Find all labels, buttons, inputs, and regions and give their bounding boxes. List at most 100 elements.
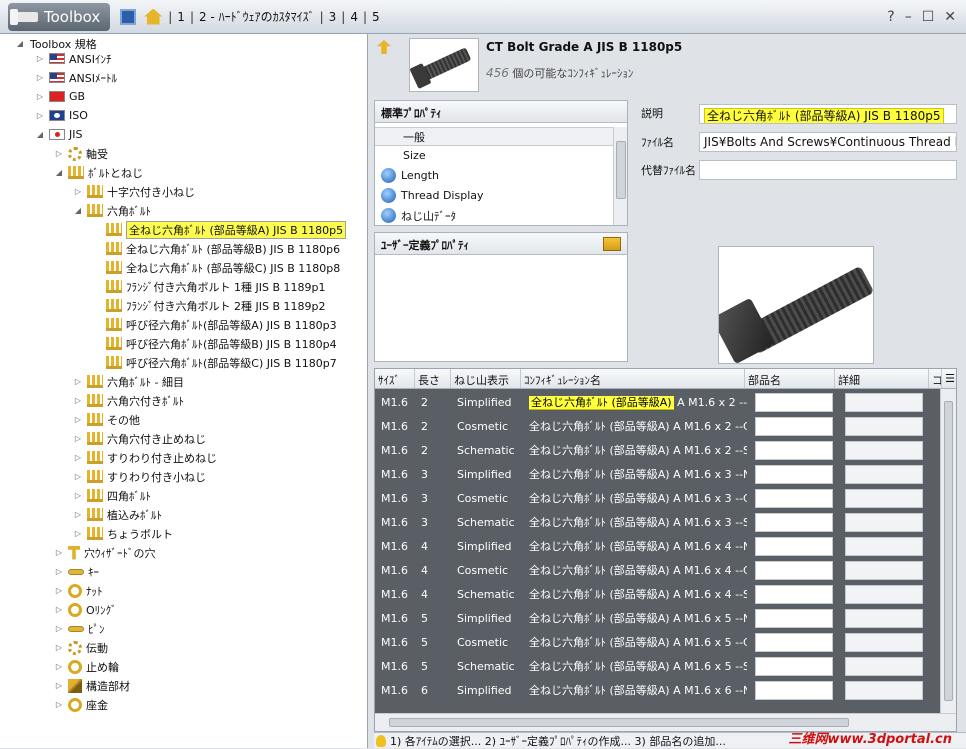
table-row[interactable]: M1.6 5 Cosmetic 全ねじ六角ﾎﾞﾙﾄ (部品等級A) A M1.6 x… bbox=[375, 630, 941, 654]
tab-4[interactable]: 4 bbox=[347, 10, 361, 24]
expand-arrow-icon[interactable]: ▷ bbox=[53, 548, 65, 557]
part-number-cell[interactable] bbox=[755, 464, 833, 484]
description-cell[interactable] bbox=[845, 632, 923, 652]
tree-item-washers[interactable]: ▷ 座金 bbox=[53, 695, 108, 714]
expand-arrow-icon[interactable]: ▷ bbox=[53, 700, 65, 709]
collapse-arrow-icon[interactable]: ◢ bbox=[72, 206, 84, 215]
part-number-cell[interactable] bbox=[755, 608, 833, 628]
table-row[interactable]: M1.6 3 Simplified 全ねじ六角ﾎﾞﾙﾄ (部品等級A) A M1.6… bbox=[375, 462, 941, 486]
description-field[interactable]: 全ねじ六角ﾎﾞﾙﾄ (部品等級A) JIS B 1180p5 bbox=[699, 104, 957, 124]
expand-arrow-icon[interactable]: ▷ bbox=[72, 529, 84, 538]
expand-arrow-icon[interactable]: ▷ bbox=[34, 73, 46, 82]
collapse-arrow-icon[interactable]: ◢ bbox=[53, 168, 65, 177]
expand-arrow-icon[interactable]: ▷ bbox=[53, 586, 65, 595]
tree-item-hex-bolt[interactable]: ﾌﾗﾝｼﾞ付き六角ボルト 1種 JIS B 1189p1 bbox=[103, 277, 325, 296]
tab-5[interactable]: 5 bbox=[369, 10, 383, 24]
table-row[interactable]: M1.6 4 Cosmetic 全ねじ六角ﾎﾞﾙﾄ (部品等級A) A M1.6 x… bbox=[375, 558, 941, 582]
description-cell[interactable] bbox=[845, 656, 923, 676]
part-number-cell[interactable] bbox=[755, 392, 833, 412]
tree-item-structural-members[interactable]: ▷ 構造部材 bbox=[53, 676, 130, 695]
expand-arrow-icon[interactable]: ▷ bbox=[53, 624, 65, 633]
description-cell[interactable] bbox=[845, 560, 923, 580]
part-number-cell[interactable] bbox=[755, 560, 833, 580]
tree-item-hole-wizard[interactable]: ▷ 穴ｳｨｻﾞｰﾄﾞの穴 bbox=[53, 543, 156, 562]
tree-item-pins[interactable]: ▷ ﾋﾟﾝ bbox=[53, 619, 105, 638]
tree-item-bearings[interactable]: ▷ 軸受 bbox=[53, 144, 108, 163]
tree-item-bolt-group[interactable]: ▷ すりわり付き小ねじ bbox=[72, 467, 206, 486]
expand-arrow-icon[interactable]: ▷ bbox=[72, 187, 84, 196]
table-row[interactable]: M1.6 5 Simplified 全ねじ六角ﾎﾞﾙﾄ (部品等級A) A M1.6… bbox=[375, 606, 941, 630]
table-row[interactable]: M1.6 2 Simplified 全ねじ六角ﾎﾞﾙﾄ (部品等級A) A M1.6… bbox=[375, 390, 941, 414]
minimize-button[interactable]: – bbox=[905, 9, 912, 25]
part-number-cell[interactable] bbox=[755, 416, 833, 436]
part-number-cell[interactable] bbox=[755, 584, 833, 604]
expand-arrow-icon[interactable]: ▷ bbox=[34, 111, 46, 120]
part-number-cell[interactable] bbox=[755, 680, 833, 700]
prop-thread-data[interactable]: ねじ山ﾃﾞｰﾀ bbox=[375, 206, 456, 225]
prop-length[interactable]: Length bbox=[375, 166, 439, 185]
tab-2[interactable]: 2 - ﾊｰﾄﾞｳｪｱのｶｽﾀﾏｲｽﾞ bbox=[196, 8, 318, 25]
home-icon[interactable] bbox=[144, 8, 163, 25]
column-thread-display[interactable]: ねじ山表示 bbox=[451, 369, 521, 388]
collapse-arrow-icon[interactable]: ◢ bbox=[14, 39, 26, 48]
tree-item-jis[interactable]: ◢ JIS bbox=[34, 125, 83, 144]
tree-item-ansi-metric[interactable]: ▷ ANSIﾒｰﾄﾙ bbox=[34, 68, 117, 87]
prop-group-general[interactable]: 一般 bbox=[375, 127, 613, 146]
column-size[interactable]: ｻｲｽﾞ bbox=[375, 369, 415, 388]
tab-3[interactable]: 3 bbox=[326, 10, 340, 24]
tree-item-hex-bolts[interactable]: ◢ 六角ﾎﾞﾙﾄ bbox=[72, 201, 151, 220]
description-cell[interactable] bbox=[845, 440, 923, 460]
tree-item-bolt-group[interactable]: ▷ その他 bbox=[72, 410, 140, 429]
part-number-cell[interactable] bbox=[755, 440, 833, 460]
tree-item-bolt-group[interactable]: ▷ 六角穴付きﾎﾞﾙﾄ bbox=[72, 391, 184, 410]
table-row[interactable]: M1.6 2 Cosmetic 全ねじ六角ﾎﾞﾙﾄ (部品等級A) A M1.6 x… bbox=[375, 414, 941, 438]
description-cell[interactable] bbox=[845, 584, 923, 604]
tree-item-bolt-group[interactable]: ▷ 植込みﾎﾞﾙﾄ bbox=[72, 505, 162, 524]
close-button[interactable]: ✕ bbox=[944, 9, 956, 25]
tree-item-hex-bolt[interactable]: 全ねじ六角ﾎﾞﾙﾄ (部品等級B) JIS B 1180p6 bbox=[103, 239, 340, 258]
filename-field[interactable]: JIS¥Bolts And Screws¥Continuous Thread I bbox=[699, 132, 957, 152]
expand-arrow-icon[interactable]: ▷ bbox=[53, 643, 65, 652]
table-row[interactable]: M1.6 5 Schematic 全ねじ六角ﾎﾞﾙﾄ (部品等級A) A M1.6 … bbox=[375, 654, 941, 678]
tree-item-bolt-group[interactable]: ▷ すりわり付き止めねじ bbox=[72, 448, 217, 467]
expand-arrow-icon[interactable]: ▷ bbox=[72, 491, 84, 500]
description-cell[interactable] bbox=[845, 392, 923, 412]
column-part-number[interactable]: 部品名 bbox=[745, 369, 835, 388]
expand-arrow-icon[interactable]: ▷ bbox=[72, 434, 84, 443]
table-row[interactable]: M1.6 3 Cosmetic 全ねじ六角ﾎﾞﾙﾄ (部品等級A) A M1.6 x… bbox=[375, 486, 941, 510]
table-row[interactable]: M1.6 4 Simplified 全ねじ六角ﾎﾞﾙﾄ (部品等級A) A M1.6… bbox=[375, 534, 941, 558]
tree-item-bolts-screws[interactable]: ◢ ﾎﾞﾙﾄとねじ bbox=[53, 163, 143, 182]
column-comment[interactable]: コ bbox=[929, 369, 942, 388]
tree-item-power-transmission[interactable]: ▷ 伝動 bbox=[53, 638, 108, 657]
alt-filename-field[interactable] bbox=[699, 160, 957, 180]
tree-item-keys[interactable]: ▷ ｷｰ bbox=[53, 562, 99, 581]
tree-item-retaining-rings[interactable]: ▷ 止め輪 bbox=[53, 657, 119, 676]
table-row[interactable]: M1.6 6 Simplified 全ねじ六角ﾎﾞﾙﾄ (部品等級A) A M1.6… bbox=[375, 678, 941, 702]
part-number-cell[interactable] bbox=[755, 536, 833, 556]
column-menu-icon[interactable]: ☰ bbox=[942, 369, 956, 388]
column-config-name[interactable]: ｺﾝﾌｨｷﾞｭﾚｰｼｮﾝ名 bbox=[521, 369, 745, 388]
expand-arrow-icon[interactable]: ▷ bbox=[34, 54, 46, 63]
help-button[interactable]: ? bbox=[887, 9, 894, 25]
tree-item-ansi-inch[interactable]: ▷ ANSIｲﾝﾁ bbox=[34, 49, 112, 68]
table-row[interactable]: M1.6 3 Schematic 全ねじ六角ﾎﾞﾙﾄ (部品等級A) A M1.6 … bbox=[375, 510, 941, 534]
tree-item-hex-bolt-selected[interactable]: 全ねじ六角ﾎﾞﾙﾄ (部品等級A) JIS B 1180p5 bbox=[103, 220, 347, 239]
up-arrow-icon[interactable] bbox=[377, 40, 391, 54]
expand-arrow-icon[interactable]: ▷ bbox=[72, 396, 84, 405]
description-cell[interactable] bbox=[845, 536, 923, 556]
expand-arrow-icon[interactable]: ▷ bbox=[34, 92, 46, 101]
expand-arrow-icon[interactable]: ▷ bbox=[53, 605, 65, 614]
expand-arrow-icon[interactable]: ▷ bbox=[53, 567, 65, 576]
toolbox-tree[interactable]: ◢ Toolbox 規格 ▷ ANSIｲﾝﾁ ▷ ANSIﾒｰﾄﾙ ▷ GB ▷ ISO … bbox=[0, 34, 368, 748]
collapse-arrow-icon[interactable]: ◢ bbox=[34, 130, 46, 139]
part-number-cell[interactable] bbox=[755, 656, 833, 676]
table-row[interactable]: M1.6 4 Schematic 全ねじ六角ﾎﾞﾙﾄ (部品等級A) A M1.6 … bbox=[375, 582, 941, 606]
tree-item-bolt-group[interactable]: ▷ 四角ﾎﾞﾙﾄ bbox=[72, 486, 151, 505]
tree-item-bolt-group[interactable]: ▷ 六角ﾎﾞﾙﾄ - 細目 bbox=[72, 372, 184, 391]
properties-scrollbar[interactable] bbox=[613, 127, 627, 225]
tree-item-gb[interactable]: ▷ GB bbox=[34, 87, 85, 106]
part-number-cell[interactable] bbox=[755, 488, 833, 508]
part-number-cell[interactable] bbox=[755, 632, 833, 652]
expand-arrow-icon[interactable]: ▷ bbox=[53, 681, 65, 690]
maximize-button[interactable]: ☐ bbox=[922, 9, 935, 25]
